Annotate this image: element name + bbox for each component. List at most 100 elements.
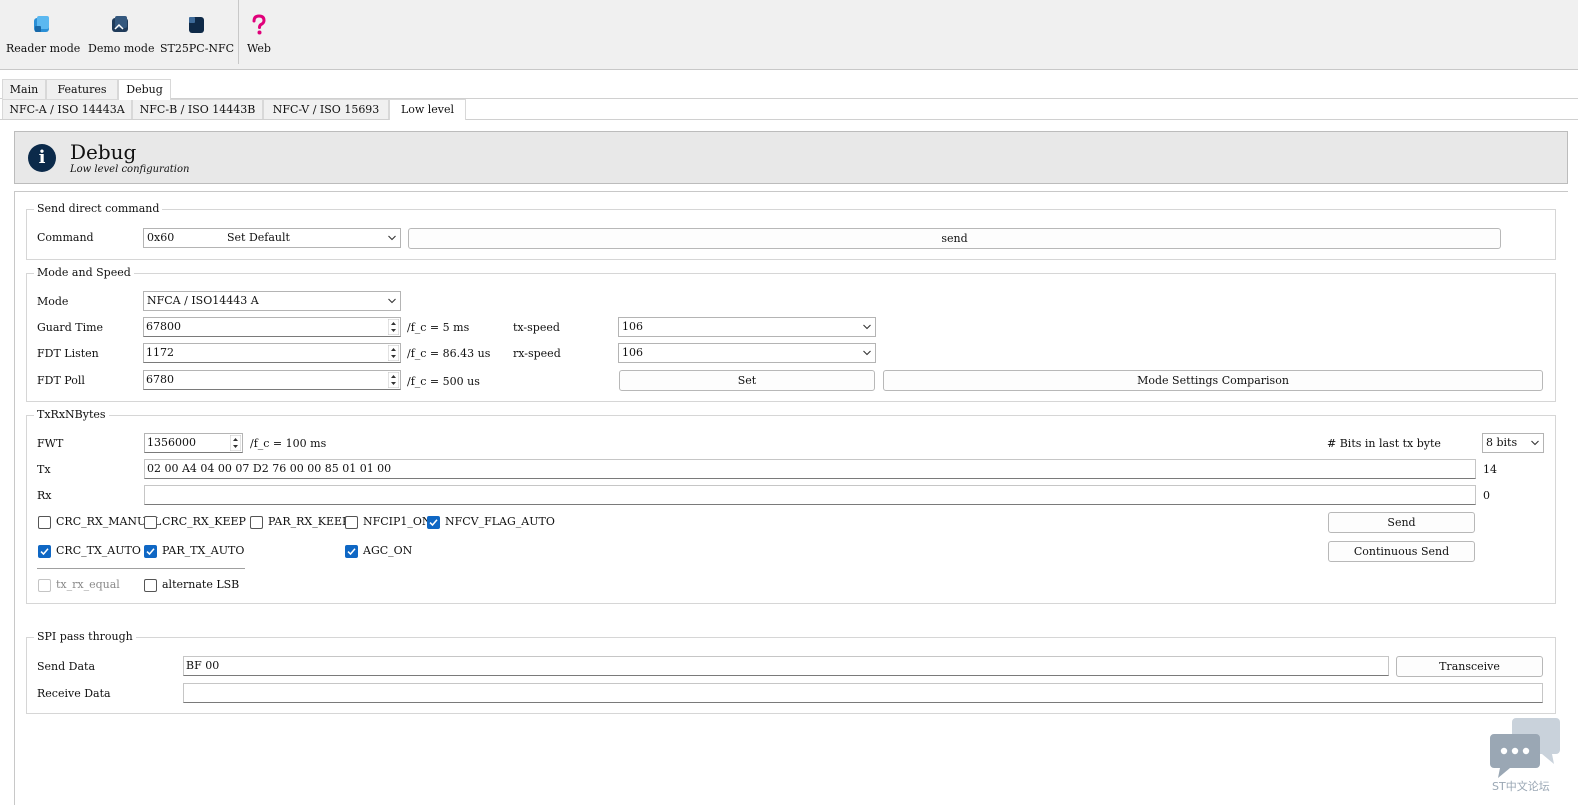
nfcip1-on-checkbox[interactable]: NFCIP1_ON [345, 515, 432, 529]
debug-sub-tab-bar: NFC-A / ISO 14443A NFC-B / ISO 14443B NF… [0, 99, 1578, 120]
par-tx-auto-checkbox[interactable]: PAR_TX_AUTO [144, 544, 244, 558]
st25pc-nfc-label: ST25PC-NFC [160, 42, 235, 55]
rx-output[interactable] [144, 485, 1476, 505]
tx-label: Tx [37, 463, 51, 476]
group-title: TxRxNBytes [34, 409, 109, 421]
bits-last-tx-byte-select[interactable]: 8 bits [1482, 433, 1544, 453]
rx-speed-label: rx-speed [513, 347, 561, 360]
demo-mode-button[interactable]: Demo mode [88, 10, 155, 60]
group-title: Mode and Speed [34, 267, 134, 279]
info-icon: i [28, 144, 56, 172]
checkbox-box [144, 516, 157, 529]
checkbox-box [38, 545, 51, 558]
guard-time-spinbox[interactable]: 67800 [143, 317, 401, 337]
fwt-spinbox[interactable]: 1356000 [144, 433, 243, 453]
crc-tx-auto-checkbox[interactable]: CRC_TX_AUTO [38, 544, 141, 558]
checkbox-box [144, 579, 157, 592]
tab-main[interactable]: Main [2, 79, 46, 99]
crc-rx-manual-checkbox[interactable]: CRC_RX_MANUAL [38, 515, 161, 529]
mode-value: NFCA / ISO14443 A [147, 294, 259, 307]
demo-mode-icon [112, 16, 128, 32]
transceive-button[interactable]: Transceive [1396, 656, 1543, 677]
send-data-label: Send Data [37, 660, 96, 673]
reader-mode-button[interactable]: Reader mode [6, 10, 81, 60]
send-button[interactable]: Send [1328, 512, 1475, 533]
fdt-listen-label: FDT Listen [37, 347, 99, 360]
command-label: Command [37, 231, 94, 244]
set-button[interactable]: Set [619, 370, 875, 391]
agc-on-checkbox[interactable]: AGC_ON [345, 544, 415, 558]
crc-rx-keep-checkbox[interactable]: CRC_RX_KEEP [144, 515, 246, 529]
rx-speed-select[interactable]: 106 [618, 343, 876, 363]
mode-select[interactable]: NFCA / ISO14443 A [143, 291, 401, 311]
command-code: 0x60 [147, 231, 175, 244]
tab-nfc-a[interactable]: NFC-A / ISO 14443A [2, 99, 132, 119]
rx-speed-value: 106 [622, 346, 643, 359]
fdt-poll-label: FDT Poll [37, 374, 85, 387]
rx-label: Rx [37, 489, 52, 502]
group-title: Send direct command [34, 203, 163, 215]
checkbox-box [345, 516, 358, 529]
watermark-text: ST中文论坛 [1492, 780, 1550, 793]
chevron-down-icon [863, 324, 871, 330]
par-rx-keep-checkbox[interactable]: PAR_RX_KEEP [250, 515, 349, 529]
fdt-poll-spinbox[interactable]: 6780 [143, 370, 401, 390]
mode-settings-comparison-button[interactable]: Mode Settings Comparison [883, 370, 1543, 391]
tx-input[interactable]: 02 00 A4 04 00 07 D2 76 00 00 85 01 01 0… [144, 459, 1476, 479]
spin-arrows-icon[interactable] [388, 345, 399, 361]
toolbar: Reader mode Demo mode ST25PC-NFC Web [0, 0, 1578, 70]
fdt-listen-spinbox[interactable]: 1172 [143, 343, 401, 363]
command-select[interactable]: 0x60 Set Default [143, 228, 401, 248]
main-tab-bar: Main Features Debug [0, 79, 1578, 100]
checkbox-label: PAR_TX_AUTO [162, 544, 245, 557]
tx-rx-equal-checkbox[interactable]: tx_rx_equal [38, 578, 128, 592]
continuous-send-button[interactable]: Continuous Send [1328, 541, 1475, 562]
help-question-icon [252, 14, 266, 35]
page-header-banner: i Debug Low level configuration [14, 131, 1568, 184]
checkbox-box [38, 579, 51, 592]
spin-arrows-icon[interactable] [230, 435, 241, 451]
fdt-listen-value: 1172 [146, 346, 174, 359]
toolbar-separator [238, 0, 239, 64]
checkbox-label: alternate LSB [162, 578, 240, 591]
send-command-button[interactable]: send [408, 228, 1501, 249]
demo-mode-label: Demo mode [88, 42, 155, 55]
reader-mode-icon [34, 16, 49, 32]
fdt-poll-value: 6780 [146, 373, 174, 386]
alternate-lsb-checkbox[interactable]: alternate LSB [144, 578, 244, 592]
chevron-down-icon [388, 298, 396, 304]
tx-speed-select[interactable]: 106 [618, 317, 876, 337]
fwt-value: 1356000 [147, 436, 196, 449]
checkmark-icon [347, 548, 356, 556]
send-data-input[interactable]: BF 00 [183, 656, 1389, 676]
tab-nfc-b[interactable]: NFC-B / ISO 14443B [132, 99, 263, 119]
tab-debug[interactable]: Debug [118, 79, 171, 100]
command-name: Set Default [227, 231, 290, 244]
tab-features[interactable]: Features [46, 79, 118, 99]
nfcv-flag-auto-checkbox[interactable]: NFCV_FLAG_AUTO [427, 515, 555, 529]
checkmark-icon [146, 548, 155, 556]
checkbox-box [38, 516, 51, 529]
checkbox-label: AGC_ON [363, 544, 413, 557]
tab-nfc-v[interactable]: NFC-V / ISO 15693 [263, 99, 389, 119]
options-divider [37, 568, 245, 569]
checkbox-box [144, 545, 157, 558]
fwt-unit: /f_c = 100 ms [250, 437, 327, 450]
reader-mode-label: Reader mode [6, 42, 81, 55]
st25pc-nfc-button[interactable]: ST25PC-NFC [160, 10, 235, 60]
tab-low-level[interactable]: Low level [389, 99, 466, 120]
web-button[interactable]: Web [244, 10, 274, 60]
tx-byte-count: 14 [1483, 463, 1497, 476]
guard-time-label: Guard Time [37, 321, 104, 334]
receive-data-output[interactable] [183, 683, 1543, 703]
page-title: Debug [70, 140, 137, 164]
spin-arrows-icon[interactable] [388, 372, 399, 388]
checkbox-label: PAR_RX_KEEP [268, 515, 350, 528]
mode-label: Mode [37, 295, 69, 308]
fdt-listen-unit: /f_c = 86.43 us [407, 347, 491, 360]
guard-time-unit: /f_c = 5 ms [407, 321, 470, 334]
bits-value: 8 bits [1486, 436, 1518, 449]
chevron-down-icon [863, 350, 871, 356]
spin-arrows-icon[interactable] [388, 319, 399, 335]
checkbox-label: NFCV_FLAG_AUTO [445, 515, 555, 528]
